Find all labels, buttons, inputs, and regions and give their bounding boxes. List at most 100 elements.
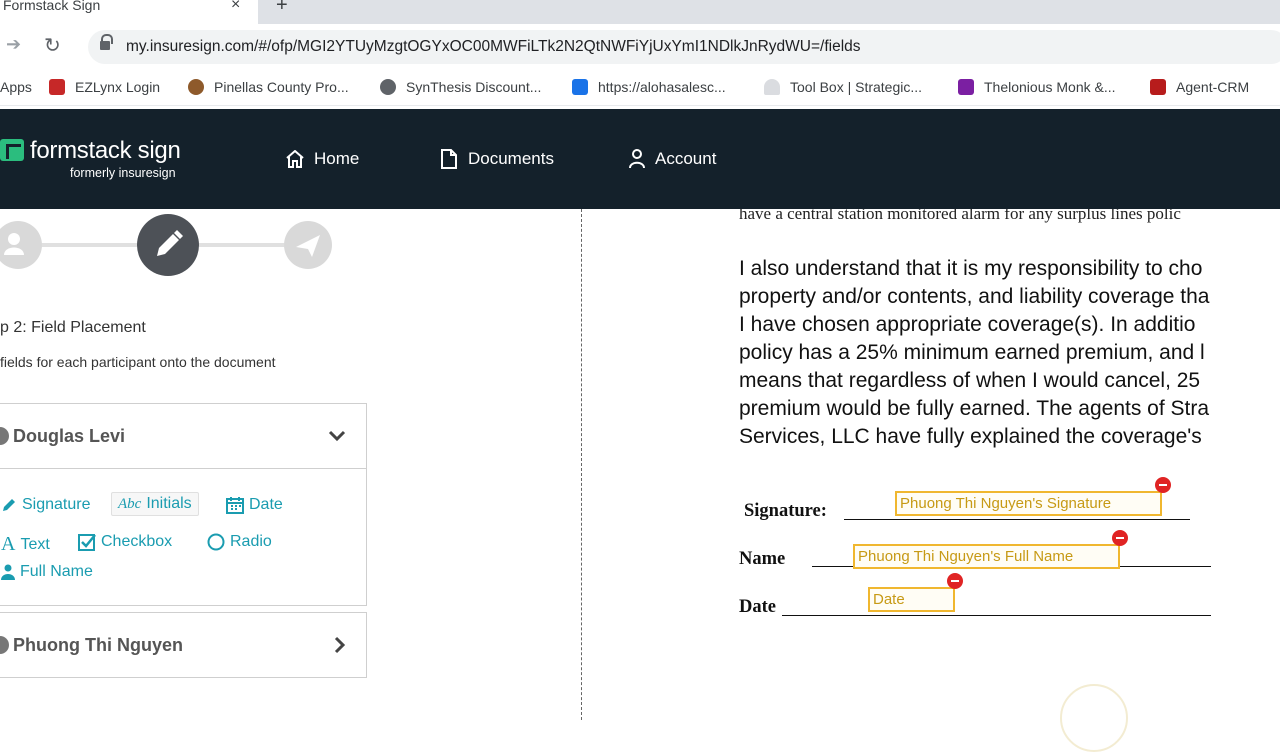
field-checkbox[interactable]: Checkbox: [78, 533, 172, 551]
document-text-line: premium would be fully earned. The agent…: [739, 397, 1210, 420]
browser-tab[interactable]: Formstack Sign ×: [0, 0, 258, 24]
field-full-name[interactable]: Full Name: [1, 563, 93, 581]
name-label: Name: [739, 549, 786, 569]
url-text[interactable]: my.insuresign.com/#/ofp/MGI2YTUyMzgtOGYx…: [126, 38, 861, 56]
nav-home-label: Home: [314, 149, 360, 168]
person-icon: [0, 636, 9, 654]
field-signature[interactable]: Signature: [1, 496, 91, 514]
bookmark-alohasales[interactable]: https://alohasalesc...: [572, 79, 726, 95]
bookmark-label: Agent-CRM: [1176, 79, 1250, 95]
nav-documents[interactable]: Documents: [439, 149, 554, 169]
field-label: Checkbox: [101, 533, 173, 550]
document-text-line: means that regardless of when I would ca…: [739, 369, 1201, 392]
browser-toolbar: ➔ ↻ my.insuresign.com/#/ofp/MGI2YTUyMzgt…: [0, 24, 1280, 70]
field-initials[interactable]: Abc Initials: [111, 492, 199, 516]
step-title: p 2: Field Placement: [0, 319, 146, 336]
forward-icon[interactable]: ➔: [6, 34, 21, 55]
date-line: [782, 615, 1211, 616]
field-palette: Signature Abc Initials Date A Text Check…: [0, 468, 366, 606]
bookmark-pinellas[interactable]: Pinellas County Pro...: [188, 79, 349, 95]
participant-name: Douglas Levi: [13, 425, 126, 446]
signature-label: Signature:: [744, 501, 827, 521]
user-icon: [1, 564, 15, 580]
user-icon: [4, 233, 24, 255]
bookmark-label: SynThesis Discount...: [406, 79, 542, 95]
step-participants[interactable]: [0, 221, 42, 269]
document-paragraph: I also understand that it is my responsi…: [739, 255, 1209, 451]
participant-header[interactable]: Douglas Levi: [0, 404, 366, 468]
address-bar[interactable]: my.insuresign.com/#/ofp/MGI2YTUyMzgtOGYx…: [88, 30, 1280, 64]
initials-icon: Abc: [118, 495, 142, 512]
document-text-line: policy has a 25% minimum earned premium,…: [739, 341, 1205, 364]
checkbox-icon: [78, 534, 96, 551]
bookmark-label: Apps: [0, 79, 32, 95]
remove-field-icon[interactable]: [1155, 477, 1171, 493]
field-label: Date: [249, 496, 283, 513]
lock-icon[interactable]: [100, 34, 113, 51]
step-send[interactable]: [284, 221, 332, 269]
calendar-icon: [226, 497, 244, 514]
document-text-line: I also understand that it is my responsi…: [739, 257, 1203, 280]
field-text[interactable]: A Text: [1, 533, 50, 556]
bookmark-toolbox[interactable]: Tool Box | Strategic...: [764, 79, 922, 95]
document-text-line: property and/or contents, and liability …: [739, 285, 1210, 308]
logo-text[interactable]: formstack sign: [30, 137, 181, 165]
signature-line: [844, 519, 1190, 520]
field-label: Radio: [230, 533, 272, 550]
placed-date-field[interactable]: Date: [868, 587, 955, 612]
pencil-icon: [157, 230, 183, 256]
tab-close-icon[interactable]: ×: [231, 0, 240, 14]
crm-icon: [1150, 79, 1166, 95]
document-canvas[interactable]: have a central station monitored alarm f…: [582, 209, 1280, 720]
bookmark-label: Pinellas County Pro...: [214, 79, 349, 95]
remove-field-icon[interactable]: [1112, 530, 1128, 546]
reload-icon[interactable]: ↻: [44, 33, 61, 58]
placed-full-name-field[interactable]: Phuong Thi Nguyen's Full Name: [853, 544, 1120, 569]
user-icon: [629, 149, 645, 169]
step-connector: [198, 243, 288, 247]
logo-subtitle: formerly insuresign: [70, 166, 176, 180]
nav-home[interactable]: Home: [285, 149, 359, 169]
step-field-placement[interactable]: [137, 214, 199, 276]
seal-icon: [188, 79, 204, 95]
participant-card: Douglas Levi Signature Abc Initials Date…: [0, 403, 367, 606]
document-text-line: I have chosen appropriate coverage(s). I…: [739, 313, 1196, 336]
placed-signature-field[interactable]: Phuong Thi Nguyen's Signature: [895, 491, 1162, 516]
bookmark-synthesis[interactable]: SynThesis Discount...: [380, 79, 541, 95]
pandora-icon: [958, 79, 974, 95]
home-icon: [286, 150, 304, 168]
remove-field-icon[interactable]: [947, 573, 963, 589]
step-description: fields for each participant onto the doc…: [0, 354, 276, 370]
document-text-line: have a central station monitored alarm f…: [739, 209, 1181, 223]
participant-header[interactable]: Phuong Thi Nguyen: [0, 613, 366, 677]
person-icon: [0, 427, 9, 445]
bookmark-apps[interactable]: Apps: [0, 79, 32, 95]
field-label: Text: [20, 535, 50, 553]
on-icon: [572, 79, 588, 95]
globe-icon: [380, 79, 396, 95]
bookmark-thelonious[interactable]: Thelonious Monk &...: [958, 79, 1116, 95]
pencil-icon: [3, 499, 15, 511]
field-label: Initials: [146, 495, 192, 512]
participant-card: Phuong Thi Nguyen: [0, 612, 367, 678]
date-label: Date: [739, 597, 776, 617]
field-label: Signature: [22, 496, 91, 513]
tab-title: Formstack Sign: [3, 0, 101, 13]
bookmark-label: EZLynx Login: [75, 79, 161, 95]
new-tab-icon[interactable]: +: [276, 0, 288, 17]
field-date[interactable]: Date: [226, 496, 283, 514]
bookmark-ezlynx[interactable]: EZLynx Login: [49, 79, 160, 95]
bookmark-agent-crm[interactable]: Agent-CRM: [1150, 79, 1249, 95]
participant-name: Phuong Thi Nguyen: [13, 634, 183, 655]
cursor-highlight: [1060, 684, 1128, 752]
text-icon: A: [1, 533, 16, 555]
bookmarks-bar: Apps EZLynx Login Pinellas County Pro...…: [0, 70, 1280, 106]
paper-plane-icon: [296, 235, 320, 257]
bookmark-label: https://alohasalesc...: [598, 79, 726, 95]
chevron-right-icon[interactable]: [334, 636, 346, 654]
formstack-logo-icon: [0, 139, 24, 161]
field-radio[interactable]: Radio: [207, 533, 272, 551]
chevron-down-icon[interactable]: [328, 430, 346, 442]
nav-account[interactable]: Account: [628, 149, 716, 169]
radio-icon: [207, 533, 225, 551]
